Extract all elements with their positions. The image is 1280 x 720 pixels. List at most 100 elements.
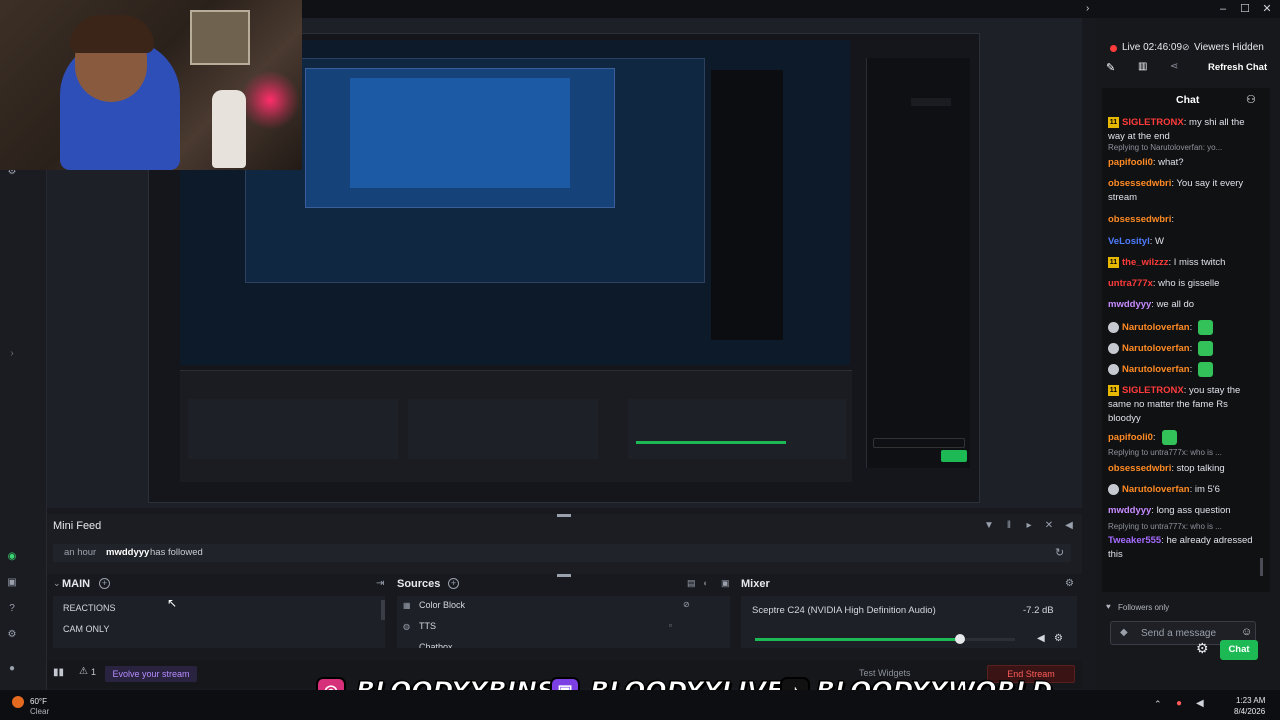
feed-event-user[interactable]: mwddyyy — [106, 547, 149, 558]
mic-icon[interactable]: ● — [1176, 698, 1182, 709]
chat-message: obsessedwbri: stop talking — [1108, 462, 1260, 476]
scene-item-cam-only[interactable]: CAM ONLY — [63, 624, 109, 634]
mixer-panel: Sceptre C24 (NVIDIA High Definition Audi… — [741, 596, 1077, 648]
settings-icon[interactable]: ⚙ — [6, 629, 18, 641]
sources-title: Sources — [397, 578, 441, 590]
source-item-tts[interactable]: TTS — [419, 621, 436, 631]
chat-username[interactable]: untra777x — [1108, 278, 1153, 289]
role-badge-icon — [1108, 364, 1119, 375]
edit-icon[interactable]: ✎ — [1106, 61, 1115, 74]
editor-docks: ⌄ MAIN + ⇥ REACTIONS CAM ONLY ↖ Sources … — [47, 574, 1082, 654]
expand-chevron-icon[interactable]: › — [1086, 3, 1098, 15]
source-lock-icon[interactable]: ◐ — [703, 578, 708, 588]
chat-username[interactable]: Narutoloverfan — [1122, 484, 1190, 495]
scene-item-reactions[interactable]: REACTIONS — [63, 603, 116, 613]
minimize-button[interactable]: – — [1213, 2, 1233, 16]
tray-chevron-icon[interactable]: ⌃ — [1154, 699, 1162, 710]
chat-message: untra777x: who is gisselle — [1108, 277, 1260, 291]
chat-username[interactable]: Tweaker555 — [1108, 535, 1161, 546]
help-icon[interactable]: ? — [6, 603, 18, 615]
add-source-icon[interactable]: + — [448, 578, 459, 589]
pause-icon[interactable]: ‖ — [1003, 520, 1015, 532]
clock-time[interactable]: 1:23 AM — [1236, 696, 1265, 705]
chat-settings-icon[interactable]: ⚙ — [1196, 640, 1209, 657]
chat-send-button[interactable]: Chat — [1220, 640, 1258, 660]
chat-username[interactable]: Narutoloverfan — [1122, 364, 1190, 375]
alert-icon[interactable]: ⚠ — [79, 666, 88, 677]
streamlabs-app: › – ☐ ✕ ⚙ › ◉ ▣ ? ⚙ ● Mini Feed ▼ ‖ ▸ ✕ … — [0, 0, 1280, 720]
maximize-button[interactable]: ☐ — [1235, 2, 1255, 16]
collapse-chevron-icon[interactable]: › — [6, 348, 18, 360]
filter-icon[interactable]: ▼ — [983, 520, 995, 532]
streamer-hair — [70, 15, 154, 53]
profile-icon[interactable]: ● — [6, 663, 18, 675]
chat-username[interactable]: SIGLETRONX — [1122, 117, 1184, 128]
refresh-chat-button[interactable]: Refresh Chat — [1208, 62, 1267, 73]
chat-username[interactable]: obsessedwbri — [1108, 463, 1171, 474]
scene-scrollbar[interactable] — [381, 600, 385, 620]
volume-tray-icon[interactable]: ◀ — [1196, 698, 1204, 709]
mute-alerts-icon[interactable]: ✕ — [1043, 520, 1055, 532]
mixer-settings-icon[interactable]: ⚙ — [1065, 578, 1074, 589]
scene-collection-title[interactable]: MAIN — [62, 578, 90, 590]
emote-icon — [1161, 430, 1177, 445]
performance-stats-icon[interactable]: ▮▮ — [53, 667, 64, 678]
add-scene-icon[interactable]: + — [99, 578, 110, 589]
emote-picker-icon[interactable]: ☺ — [1241, 626, 1252, 638]
close-button[interactable]: ✕ — [1257, 2, 1277, 16]
mouse-cursor-icon: ↖ — [167, 596, 178, 610]
source-lock-toggle-icon[interactable]: ▫ — [669, 621, 672, 630]
chat-username[interactable]: papifooli0 — [1108, 432, 1153, 443]
studio-mode-icon[interactable]: ◉ — [6, 551, 18, 563]
windows-taskbar: 60°F Clear ⌃ ● ◀ 1:23 AM 8/4/2026 — [0, 690, 1280, 720]
chat-username[interactable]: Narutoloverfan — [1122, 343, 1190, 354]
chat-username[interactable]: obsessedwbri — [1108, 214, 1171, 225]
scene-collapse-chevron-icon[interactable]: ⌄ — [53, 578, 61, 589]
chat-scrollbar[interactable] — [1260, 558, 1263, 576]
heart-icon: ♥ — [1106, 602, 1111, 611]
chat-message: obsessedwbri: — [1108, 213, 1260, 227]
feed-event-row: an hour mwddyyy has followed ↻ — [53, 544, 1071, 562]
mute-speaker-icon[interactable]: ◀ — [1037, 633, 1045, 644]
viewers-hidden-icon[interactable]: ⊘ — [1182, 42, 1190, 53]
scene-transition-icon[interactable]: ⇥ — [376, 578, 384, 589]
chat-message: Narutoloverfan: im 5'6 — [1108, 483, 1260, 497]
source-item-color-block[interactable]: Color Block — [419, 600, 465, 610]
resize-handle[interactable] — [557, 514, 571, 517]
chat-message: papifooli0: what? — [1108, 156, 1260, 170]
viewer-count: Viewers Hidden — [1194, 42, 1264, 53]
mini-feed-title: Mini Feed — [53, 520, 102, 532]
emote-icon — [1198, 362, 1214, 377]
share-icon[interactable]: ⋖ — [1170, 61, 1178, 72]
source-hidden-icon[interactable]: ⊘ — [683, 600, 690, 609]
repeat-alert-icon[interactable]: ↻ — [1055, 546, 1064, 559]
chat-username[interactable]: SIGLETRONX — [1122, 385, 1184, 396]
source-item-chatbox[interactable]: Chatbox — [419, 642, 453, 648]
webcam-pink-lights — [240, 70, 300, 130]
mixer-item-settings-icon[interactable]: ⚙ — [1054, 633, 1063, 644]
tts-source-icon: ◍ — [403, 622, 410, 631]
manage-users-icon[interactable]: ⚇ — [1246, 93, 1256, 106]
chat-username[interactable]: mwddyyy — [1108, 505, 1151, 516]
chat-badge-icon: ◆ — [1120, 627, 1128, 638]
chat-username[interactable]: mwddyyy — [1108, 299, 1151, 310]
evolve-stream-button[interactable]: Evolve your stream — [105, 666, 197, 682]
volume-slider-knob[interactable] — [955, 634, 966, 644]
clock-date[interactable]: 8/4/2026 — [1234, 707, 1265, 716]
copy-icon[interactable]: ▥ — [1138, 61, 1147, 72]
chat-username[interactable]: VeLosityl — [1108, 236, 1150, 247]
source-properties-icon[interactable]: ▣ — [721, 578, 730, 589]
chat-message: 11 SIGLETRONX: my shi all the way at the … — [1108, 116, 1260, 144]
chat-username[interactable]: papifooli0 — [1108, 157, 1153, 168]
chat-username[interactable]: the_wilzzz — [1122, 257, 1168, 268]
skip-icon[interactable]: ▸ — [1023, 520, 1035, 532]
weather-icon[interactable] — [12, 696, 24, 708]
volume-icon[interactable]: ◀ — [1063, 520, 1075, 532]
layout-icon[interactable]: ▣ — [6, 577, 18, 589]
source-folder-icon[interactable]: ▤ — [687, 578, 696, 589]
chat-panel: Live 02:46:09 ⊘ Viewers Hidden ✎ ▥ ⋖ Ref… — [1096, 18, 1280, 690]
chat-username[interactable]: Narutoloverfan — [1122, 322, 1190, 333]
chat-text: : who is gisselle — [1152, 278, 1220, 289]
resize-handle-2[interactable] — [557, 574, 571, 577]
chat-username[interactable]: obsessedwbri — [1108, 178, 1171, 189]
